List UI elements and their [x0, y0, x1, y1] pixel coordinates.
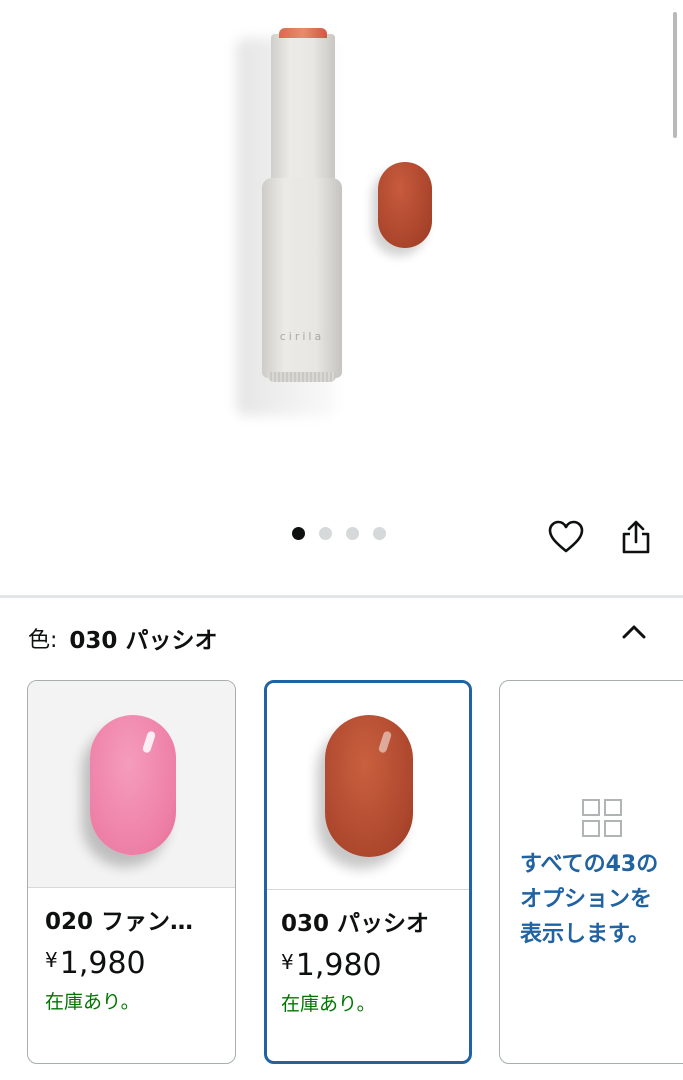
color-option-price: ¥1,980 — [281, 941, 459, 987]
pagination-dot-3[interactable] — [346, 527, 359, 540]
color-option-name: 020 ファン… — [45, 909, 194, 935]
color-option-name: 030 パッシオ — [281, 911, 430, 937]
section-divider — [0, 595, 683, 598]
color-option-card[interactable]: 020 ファン… ¥1,980 在庫あり。 — [27, 680, 236, 1064]
color-selector-header: 色: 030 パッシオ — [28, 620, 217, 656]
stock-status: 在庫あり。 — [45, 991, 140, 1013]
tube-body — [262, 178, 342, 378]
grid-icon — [582, 799, 622, 837]
heart-icon — [548, 520, 584, 553]
chevron-up-icon — [622, 625, 646, 639]
product-image: cirila — [236, 28, 446, 416]
selected-color-value: 030 パッシオ — [69, 628, 218, 654]
color-option-image — [267, 683, 469, 890]
share-button[interactable] — [616, 517, 656, 557]
share-icon — [622, 520, 650, 554]
price-value: 1,980 — [295, 948, 382, 983]
color-option-image — [28, 681, 235, 888]
view-all-options-card[interactable]: すべての43の オプションを 表示します。 — [499, 680, 683, 1064]
collapse-color-options-button[interactable] — [612, 612, 656, 652]
wishlist-button[interactable] — [546, 517, 586, 557]
image-pagination-dots[interactable] — [292, 527, 386, 540]
view-all-options-link[interactable]: すべての43の オプションを 表示します。 — [520, 847, 683, 952]
color-option-price: ¥1,980 — [45, 939, 225, 985]
pagination-dot-2[interactable] — [319, 527, 332, 540]
tube-cap-tip — [279, 28, 327, 38]
color-options-carousel[interactable]: 020 ファン… ¥1,980 在庫あり。 030 パッシオ ¥1,980 在庫… — [27, 680, 683, 1080]
currency-symbol: ¥ — [281, 950, 294, 974]
nail-swatch-orange — [325, 715, 413, 857]
pagination-dot-1[interactable] — [292, 527, 305, 540]
price-value: 1,980 — [59, 946, 146, 981]
nail-swatch-pink — [90, 715, 176, 855]
currency-symbol: ¥ — [45, 948, 58, 972]
product-image-gallery[interactable]: cirila — [0, 0, 683, 595]
tube-base — [268, 372, 336, 382]
stock-status: 在庫あり。 — [281, 993, 376, 1015]
color-option-card-selected[interactable]: 030 パッシオ ¥1,980 在庫あり。 — [264, 680, 472, 1064]
color-label: 色: — [28, 628, 58, 653]
tube-brand-text: cirila — [279, 330, 325, 343]
pagination-dot-4[interactable] — [373, 527, 386, 540]
color-swatch-tip — [378, 162, 432, 248]
scrollbar[interactable] — [673, 12, 677, 138]
